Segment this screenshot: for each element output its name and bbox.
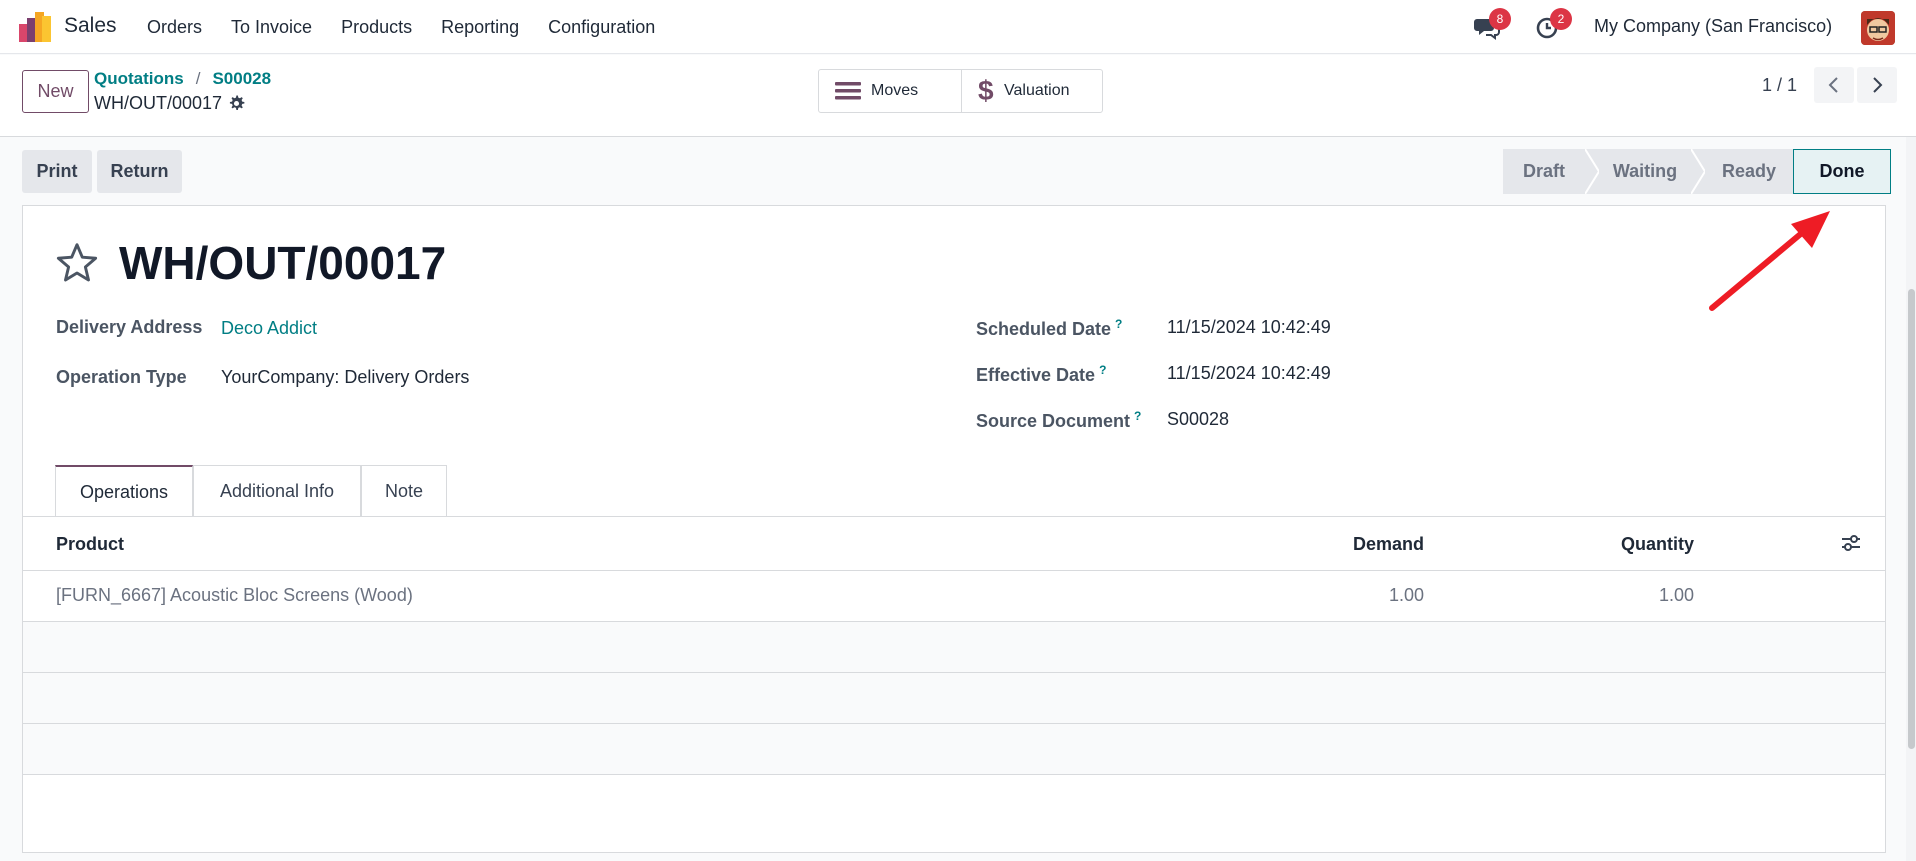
stage-pipeline: Draft Waiting Ready Done	[1503, 149, 1891, 194]
gear-icon[interactable]	[228, 95, 245, 112]
help-icon[interactable]: ?	[1115, 317, 1122, 331]
empty-row	[23, 622, 1885, 673]
chevron-left-icon	[1828, 77, 1838, 93]
operations-table: Product Demand Quantity [FURN_6667] Acou…	[23, 517, 1885, 775]
source-document-label: Source Document?	[976, 409, 1141, 432]
column-product[interactable]: Product	[56, 534, 124, 555]
record-name: WH/OUT/00017	[94, 93, 245, 114]
app-name[interactable]: Sales	[64, 14, 117, 38]
new-button[interactable]: New	[22, 70, 89, 113]
scrollbar-thumb[interactable]	[1908, 289, 1915, 749]
stage-waiting[interactable]: Waiting	[1599, 149, 1691, 194]
tab-additional-info[interactable]: Additional Info	[193, 465, 361, 517]
optional-columns-icon[interactable]	[1841, 533, 1861, 553]
pager-previous-button[interactable]	[1814, 67, 1854, 103]
record-title: WH/OUT/00017	[119, 237, 447, 289]
effective-date-value: 11/15/2024 10:42:49	[1167, 363, 1331, 383]
valuation-smart-button[interactable]: $ Valuation	[962, 70, 1102, 112]
scheduled-date-label: Scheduled Date?	[976, 317, 1122, 340]
stage-separator	[1691, 149, 1705, 194]
empty-row	[23, 673, 1885, 724]
messages-button[interactable]: 8	[1474, 8, 1511, 40]
user-avatar-image	[1861, 11, 1895, 45]
valuation-label: Valuation	[1004, 82, 1070, 99]
stage-ready[interactable]: Ready	[1705, 149, 1793, 194]
page-scrollbar[interactable]	[1906, 137, 1916, 861]
moves-label: Moves	[871, 82, 919, 99]
activities-badge: 2	[1550, 8, 1572, 30]
pager-value[interactable]: 1 / 1	[1762, 75, 1797, 96]
sales-app-logo-icon[interactable]	[19, 12, 51, 42]
source-document-value: S00028	[1167, 409, 1230, 429]
breadcrumb: Quotations / S00028	[94, 69, 271, 89]
pager-next-button[interactable]	[1857, 67, 1897, 103]
scheduled-date-label-text: Scheduled Date	[976, 319, 1112, 339]
form-tabs: Operations Additional Info Note	[55, 465, 447, 517]
main-menu: Orders To Invoice Products Reporting Con…	[147, 17, 684, 38]
breadcrumb-order[interactable]: S00028	[212, 69, 271, 88]
scheduled-date-value: 11/15/2024 10:42:49	[1167, 317, 1331, 337]
menu-products[interactable]: Products	[341, 17, 412, 38]
annotation-arrow-icon	[1709, 211, 1830, 311]
activities-button[interactable]: 2	[1535, 8, 1572, 40]
stage-separator	[1585, 149, 1599, 194]
list-icon	[835, 82, 861, 100]
breadcrumb-quotations[interactable]: Quotations	[94, 69, 184, 88]
stage-draft[interactable]: Draft	[1503, 149, 1585, 194]
control-panel: New Quotations / S00028 WH/OUT/00017 Moves…	[0, 55, 1916, 137]
messages-badge: 8	[1489, 8, 1511, 30]
column-quantity[interactable]: Quantity	[1621, 534, 1694, 555]
return-button[interactable]: Return	[97, 150, 182, 193]
effective-date-label: Effective Date?	[976, 363, 1106, 386]
menu-to-invoice[interactable]: To Invoice	[231, 17, 312, 38]
moves-smart-button[interactable]: Moves	[819, 70, 962, 112]
tab-note[interactable]: Note	[361, 465, 447, 517]
row-demand: 1.00	[1388, 585, 1424, 605]
source-document-label-text: Source Document	[976, 411, 1131, 431]
company-switcher[interactable]: My Company (San Francisco)	[1594, 16, 1832, 37]
table-row[interactable]: [FURN_6667] Acoustic Bloc Screens (Wood)…	[23, 571, 1885, 622]
help-icon[interactable]: ?	[1099, 363, 1106, 377]
breadcrumb-separator: /	[195, 69, 201, 88]
dollar-icon: $	[978, 75, 994, 106]
column-demand[interactable]: Demand	[1353, 534, 1424, 555]
row-quantity: 1.00	[1658, 585, 1694, 605]
row-product: [FURN_6667] Acoustic Bloc Screens (Wood)	[56, 585, 413, 605]
table-header: Product Demand Quantity	[23, 517, 1885, 571]
chevron-right-icon	[1873, 77, 1883, 93]
operation-type-value: YourCompany: Delivery Orders	[221, 367, 470, 387]
star-icon[interactable]	[55, 242, 99, 284]
menu-configuration[interactable]: Configuration	[548, 17, 655, 38]
help-icon[interactable]: ?	[1134, 409, 1141, 423]
operation-type-label: Operation Type	[56, 367, 187, 387]
menu-reporting[interactable]: Reporting	[441, 17, 519, 38]
menu-orders[interactable]: Orders	[147, 17, 202, 38]
empty-row	[23, 724, 1885, 775]
print-button[interactable]: Print	[22, 150, 92, 193]
delivery-address-value[interactable]: Deco Addict	[221, 318, 317, 339]
stage-done[interactable]: Done	[1793, 149, 1891, 194]
effective-date-label-text: Effective Date	[976, 365, 1096, 385]
title-row: WH/OUT/00017	[55, 236, 446, 290]
delivery-address-label: Delivery Address	[56, 317, 203, 337]
status-bar: Print Return Draft Waiting Ready Done	[0, 137, 1916, 205]
tab-operations[interactable]: Operations	[55, 465, 193, 517]
user-avatar[interactable]	[1861, 11, 1895, 45]
top-navbar: Sales Orders To Invoice Products Reporti…	[0, 0, 1916, 54]
record-name-text: WH/OUT/00017	[94, 93, 223, 113]
smart-buttons: Moves $ Valuation	[818, 69, 1103, 113]
form-sheet: WH/OUT/00017 Delivery Address Deco Addic…	[22, 205, 1886, 853]
